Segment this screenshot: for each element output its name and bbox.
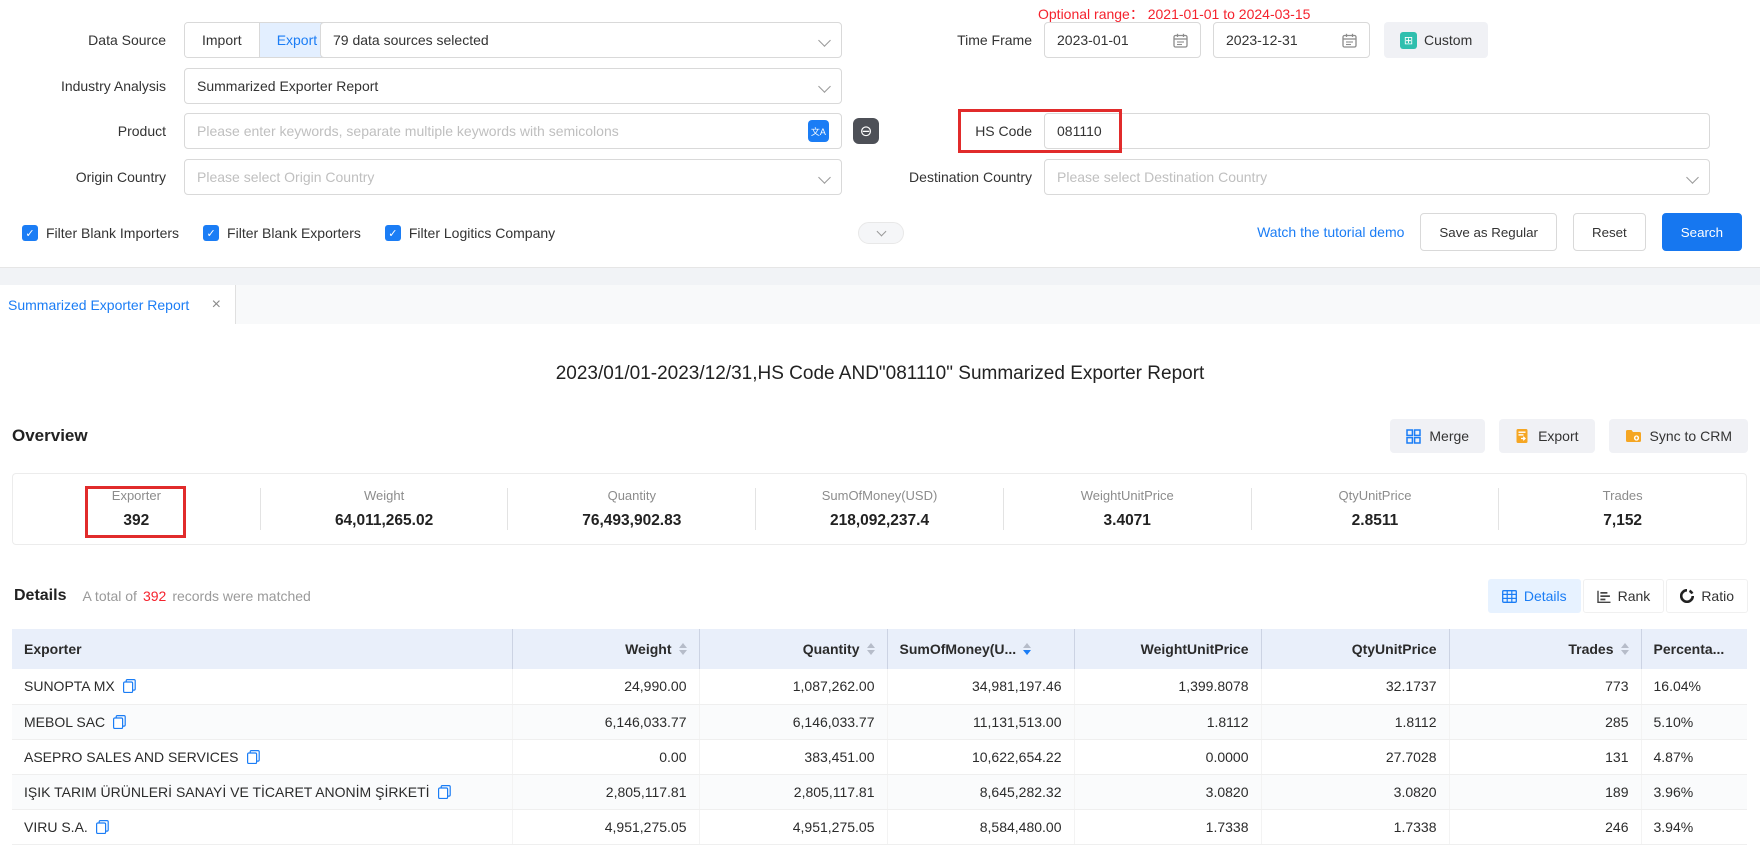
- sync-to-crm-button[interactable]: Sync to CRM: [1609, 419, 1748, 453]
- merge-button[interactable]: Merge: [1390, 419, 1485, 453]
- sort-icons[interactable]: [679, 643, 687, 655]
- col-quantity[interactable]: Quantity: [699, 629, 887, 669]
- filter-panel: Optional range： 2021-01-01 to 2024-03-15…: [0, 0, 1760, 267]
- copy-icon[interactable]: [96, 820, 109, 834]
- data-source-toggle: Import Export: [184, 22, 335, 58]
- details-heading: Details: [14, 587, 66, 605]
- exporter-name[interactable]: ASEPRO SALES AND SERVICES: [24, 749, 239, 765]
- details-total-count: 392: [143, 588, 166, 604]
- industry-analysis-select[interactable]: Summarized Exporter Report: [184, 68, 842, 104]
- checkbox-checked-icon: ✓: [203, 225, 219, 241]
- details-table: Exporter Weight Quantity SumOfMoney(U...…: [12, 629, 1747, 845]
- export-button[interactable]: Export: [1499, 419, 1594, 453]
- table-icon: [1502, 590, 1517, 603]
- view-details-button[interactable]: Details: [1488, 579, 1581, 613]
- table-row: ASEPRO SALES AND SERVICES 0.00 383,451.0…: [12, 739, 1747, 774]
- table-header-row: Exporter Weight Quantity SumOfMoney(U...…: [12, 629, 1747, 669]
- copy-icon[interactable]: [113, 715, 126, 729]
- col-weight-unit-price[interactable]: WeightUnitPrice: [1074, 629, 1261, 669]
- import-toggle[interactable]: Import: [185, 23, 260, 57]
- hs-code-input[interactable]: [1044, 113, 1710, 149]
- custom-range-button[interactable]: ⊞ Custom: [1384, 22, 1488, 58]
- tab-summarized-exporter-report[interactable]: Summarized Exporter Report ×: [0, 285, 236, 324]
- report-title: 2023/01/01-2023/12/31,HS Code AND"081110…: [0, 363, 1760, 385]
- exporter-name[interactable]: IŞIK TARIM ÜRÜNLERİ SANAYİ VE TİCARET AN…: [24, 784, 430, 800]
- exporter-name[interactable]: MEBOL SAC: [24, 714, 105, 730]
- sort-icons[interactable]: [1621, 643, 1629, 655]
- close-icon[interactable]: ×: [212, 296, 221, 314]
- sort-icons[interactable]: [867, 643, 875, 655]
- table-row: IŞIK TARIM ÜRÜNLERİ SANAYİ VE TİCARET AN…: [12, 774, 1747, 809]
- sort-icons-active-desc[interactable]: [1023, 643, 1031, 655]
- details-total-text: A total of392records were matched: [82, 588, 310, 604]
- hs-code-label: HS Code: [820, 123, 1032, 139]
- calendar-icon: [1173, 33, 1188, 48]
- exporter-name[interactable]: VIRU S.A.: [24, 819, 88, 835]
- hs-code-field[interactable]: [1057, 123, 1697, 139]
- col-trades[interactable]: Trades: [1449, 629, 1641, 669]
- checkbox-checked-icon: ✓: [22, 225, 38, 241]
- folder-sync-icon: [1625, 429, 1642, 443]
- search-button[interactable]: Search: [1662, 213, 1742, 251]
- product-input[interactable]: 文A: [184, 113, 842, 149]
- origin-country-select[interactable]: Please select Origin Country: [184, 159, 842, 195]
- view-ratio-button[interactable]: Ratio: [1666, 579, 1748, 613]
- industry-analysis-label: Industry Analysis: [0, 78, 166, 94]
- end-date-input[interactable]: 2023-12-31: [1213, 22, 1370, 58]
- product-label: Product: [0, 123, 166, 139]
- chevron-down-icon: [1686, 171, 1699, 184]
- filter-logistics-company-checkbox[interactable]: ✓ Filter Logitics Company: [385, 225, 555, 241]
- time-frame-label: Time Frame: [820, 32, 1032, 48]
- destination-country-select[interactable]: Please select Destination Country: [1044, 159, 1710, 195]
- calendar-icon: [1342, 33, 1357, 48]
- start-date-input[interactable]: 2023-01-01: [1044, 22, 1201, 58]
- tutorial-demo-link[interactable]: Watch the tutorial demo: [1257, 224, 1404, 240]
- overview-stats-bar: Exporter 392 Weight 64,011,265.02 Quanti…: [12, 473, 1747, 545]
- copy-icon[interactable]: [123, 679, 136, 693]
- chevron-down-icon: [876, 227, 886, 237]
- stat-quantity: Quantity 76,493,902.83: [507, 488, 755, 530]
- copy-icon[interactable]: [247, 750, 260, 764]
- filter-blank-exporters-checkbox[interactable]: ✓ Filter Blank Exporters: [203, 225, 361, 241]
- filters-expander-button[interactable]: [858, 222, 904, 244]
- tab-bar: Summarized Exporter Report ×: [0, 267, 1760, 323]
- product-keywords-field[interactable]: [197, 123, 808, 139]
- optional-range-note: Optional range： 2021-01-01 to 2024-03-15: [1038, 4, 1310, 24]
- checkbox-checked-icon: ✓: [385, 225, 401, 241]
- col-weight[interactable]: Weight: [512, 629, 699, 669]
- stat-exporter: Exporter 392: [13, 488, 260, 530]
- col-exporter[interactable]: Exporter: [12, 629, 512, 669]
- col-percentage[interactable]: Percenta...: [1641, 629, 1747, 669]
- table-row: SUNOPTA MX 24,990.00 1,087,262.00 34,981…: [12, 669, 1747, 704]
- destination-country-label: Destination Country: [820, 169, 1032, 185]
- table-row: VIRU S.A. 4,951,275.05 4,951,275.05 8,58…: [12, 809, 1747, 844]
- stat-weight: Weight 64,011,265.02: [260, 488, 508, 530]
- data-sources-select[interactable]: 79 data sources selected: [320, 22, 842, 58]
- data-source-label: Data Source: [0, 32, 166, 48]
- copy-icon[interactable]: [438, 785, 451, 799]
- stat-trades: Trades 7,152: [1498, 488, 1746, 530]
- rank-chart-icon: [1597, 590, 1611, 603]
- stat-qty-unit-price: QtyUnitPrice 2.8511: [1251, 488, 1499, 530]
- col-sum-of-money[interactable]: SumOfMoney(U...: [887, 629, 1074, 669]
- chevron-down-icon: [818, 80, 831, 93]
- stat-weight-unit-price: WeightUnitPrice 3.4071: [1003, 488, 1251, 530]
- merge-icon: [1406, 429, 1421, 444]
- ratio-donut-icon: [1680, 589, 1694, 603]
- stat-sum-of-money: SumOfMoney(USD) 218,092,237.4: [755, 488, 1003, 530]
- filter-blank-importers-checkbox[interactable]: ✓ Filter Blank Importers: [22, 225, 179, 241]
- overview-heading: Overview: [12, 426, 88, 446]
- tab-bar-empty-area: [236, 285, 1760, 324]
- export-icon: [1515, 428, 1530, 444]
- custom-icon: ⊞: [1400, 32, 1417, 49]
- reset-button[interactable]: Reset: [1573, 213, 1646, 251]
- view-rank-button[interactable]: Rank: [1583, 579, 1665, 613]
- origin-country-label: Origin Country: [0, 169, 166, 185]
- exporter-name[interactable]: SUNOPTA MX: [24, 678, 115, 694]
- save-as-regular-button[interactable]: Save as Regular: [1420, 213, 1557, 251]
- col-qty-unit-price[interactable]: QtyUnitPrice: [1261, 629, 1449, 669]
- table-row: MEBOL SAC 6,146,033.77 6,146,033.77 11,1…: [12, 704, 1747, 739]
